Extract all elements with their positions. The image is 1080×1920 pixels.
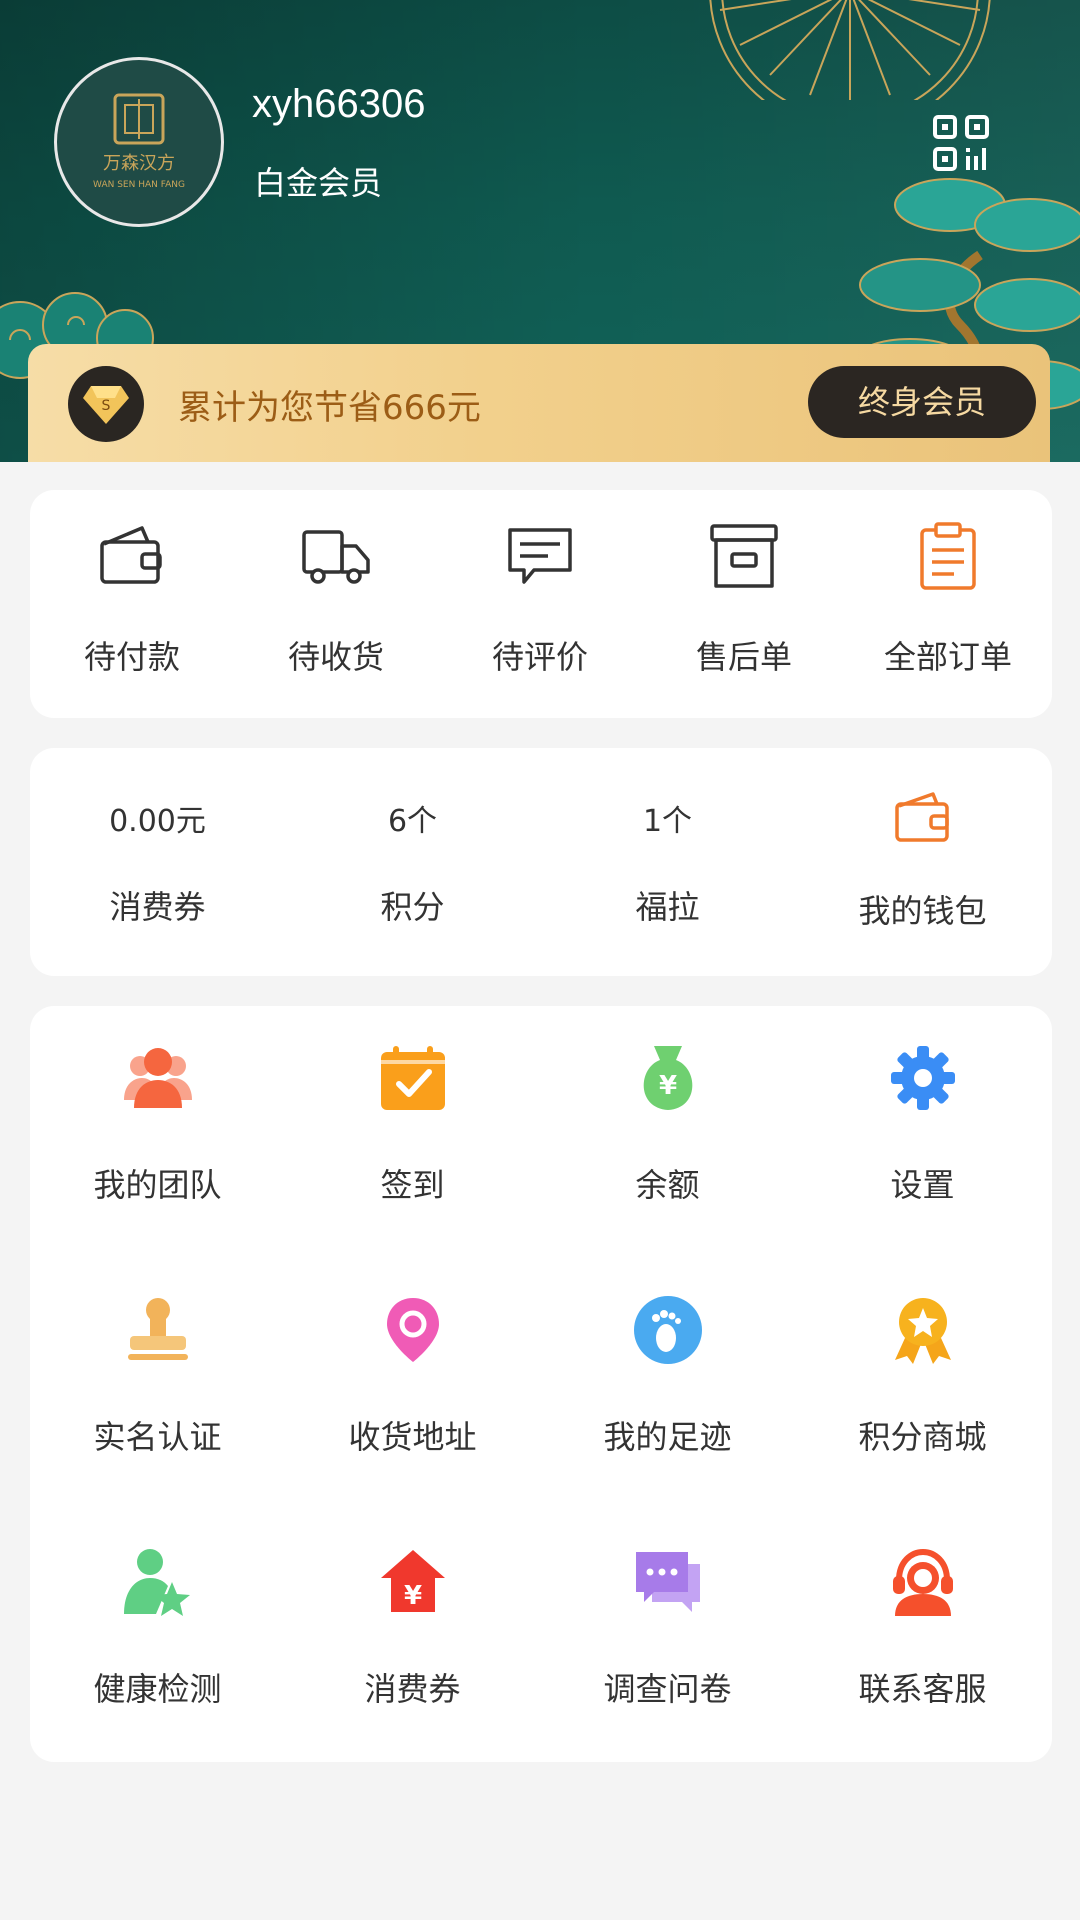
asset-fula[interactable]: 1个 福拉: [540, 748, 795, 976]
service-label: 实名认证: [93, 1418, 222, 1456]
order-after-sales[interactable]: 售后单: [642, 490, 846, 718]
service-label: 收货地址: [348, 1418, 477, 1456]
order-all[interactable]: 全部订单: [846, 490, 1050, 718]
member-level: 白金会员: [254, 164, 383, 202]
asset-value: 1个: [642, 804, 693, 839]
wallet-icon: [895, 792, 949, 842]
medal-icon: [895, 1298, 951, 1364]
order-pending-payment[interactable]: 待付款: [30, 490, 234, 718]
order-label: 待评价: [491, 638, 588, 676]
services-card: 我的团队 签到 ¥ 余额 设置 实名认证 收货地址 我的足迹 积分商城 健康检测…: [30, 1006, 1052, 1762]
service-label: 联系客服: [858, 1670, 987, 1708]
service-label: 调查问卷: [603, 1670, 732, 1708]
service-address[interactable]: 收货地址: [285, 1258, 540, 1510]
orders-card: 待付款 待收货 待评价 售后单 全部订单: [30, 490, 1052, 718]
service-label: 我的足迹: [603, 1418, 732, 1456]
order-label: 全部订单: [883, 638, 1012, 676]
svg-text:WAN SEN HAN FANG: WAN SEN HAN FANG: [93, 180, 185, 190]
service-my-team[interactable]: 我的团队: [30, 1006, 285, 1258]
service-label: 设置: [890, 1166, 955, 1204]
order-label: 待收货: [287, 638, 384, 676]
asset-label: 消费券: [109, 888, 206, 926]
svg-text:万森汉方: 万森汉方: [103, 153, 175, 174]
location-pin-icon: [387, 1298, 439, 1362]
svg-text:¥: ¥: [404, 1581, 422, 1611]
order-pending-review[interactable]: 待评价: [438, 490, 642, 718]
service-label: 消费券: [364, 1670, 461, 1708]
service-settings[interactable]: 设置: [795, 1006, 1050, 1258]
asset-points[interactable]: 6个 积分: [285, 748, 540, 976]
service-balance[interactable]: ¥ 余额: [540, 1006, 795, 1258]
service-check-in[interactable]: 签到: [285, 1006, 540, 1258]
service-label: 签到: [380, 1166, 445, 1204]
asset-label: 福拉: [635, 888, 700, 926]
asset-wallet[interactable]: 我的钱包: [795, 748, 1050, 976]
svg-text:S: S: [102, 398, 111, 414]
avatar[interactable]: 万森汉方 WAN SEN HAN FANG: [54, 57, 224, 227]
team-icon: [124, 1048, 192, 1108]
order-label: 待付款: [83, 638, 180, 676]
savings-text: 累计为您节省666元: [178, 388, 481, 428]
chat-bubbles-icon: [636, 1552, 700, 1612]
service-footprint[interactable]: 我的足迹: [540, 1258, 795, 1510]
wallet-icon: [100, 526, 162, 584]
savings-bar: S 累计为您节省666元 终身会员: [28, 344, 1050, 462]
comment-icon: [508, 528, 572, 584]
service-label: 积分商城: [858, 1418, 987, 1456]
gear-icon: [891, 1046, 955, 1110]
service-label: 我的团队: [93, 1166, 222, 1204]
coupon-house-icon: ¥: [381, 1550, 445, 1612]
asset-value: 0.00元: [109, 804, 206, 839]
service-points-mall[interactable]: 积分商城: [795, 1258, 1050, 1510]
service-real-name[interactable]: 实名认证: [30, 1258, 285, 1510]
stamp-icon: [128, 1298, 188, 1360]
truck-icon: [302, 530, 370, 584]
service-label: 健康检测: [93, 1670, 222, 1708]
service-survey[interactable]: 调查问卷: [540, 1510, 795, 1762]
calendar-check-icon: [381, 1046, 445, 1110]
asset-label: 积分: [380, 888, 445, 926]
customer-service-icon: [893, 1548, 953, 1616]
user-star-icon: [124, 1549, 190, 1616]
assets-card: 0.00元 消费券 6个 积分 1个 福拉 我的钱包: [30, 748, 1052, 976]
archive-box-icon: [710, 524, 778, 588]
brand-logo-icon: 万森汉方 WAN SEN HAN FANG: [93, 93, 185, 190]
order-label: 售后单: [695, 638, 792, 676]
diamond-icon: S: [68, 366, 144, 442]
username: xyh66306: [252, 82, 426, 126]
svg-text:¥: ¥: [659, 1071, 677, 1101]
profile-header: 万森汉方 WAN SEN HAN FANG xyh66306 白金会员 S 累计…: [0, 0, 1080, 462]
service-coupon[interactable]: ¥ 消费券: [285, 1510, 540, 1762]
qr-code-icon[interactable]: [932, 114, 990, 172]
lifetime-member-button[interactable]: 终身会员: [808, 366, 1036, 438]
order-pending-receipt[interactable]: 待收货: [234, 490, 438, 718]
service-customer-service[interactable]: 联系客服: [795, 1510, 1050, 1762]
fan-decoration: [709, 0, 991, 100]
clipboard-icon: [920, 522, 976, 590]
footprint-icon: [634, 1296, 702, 1364]
asset-value: 6个: [387, 804, 438, 839]
money-bag-icon: ¥: [643, 1046, 693, 1110]
service-label: 余额: [635, 1166, 700, 1204]
service-health-check[interactable]: 健康检测: [30, 1510, 285, 1762]
asset-coupon[interactable]: 0.00元 消费券: [30, 748, 285, 976]
asset-label: 我的钱包: [858, 892, 987, 930]
